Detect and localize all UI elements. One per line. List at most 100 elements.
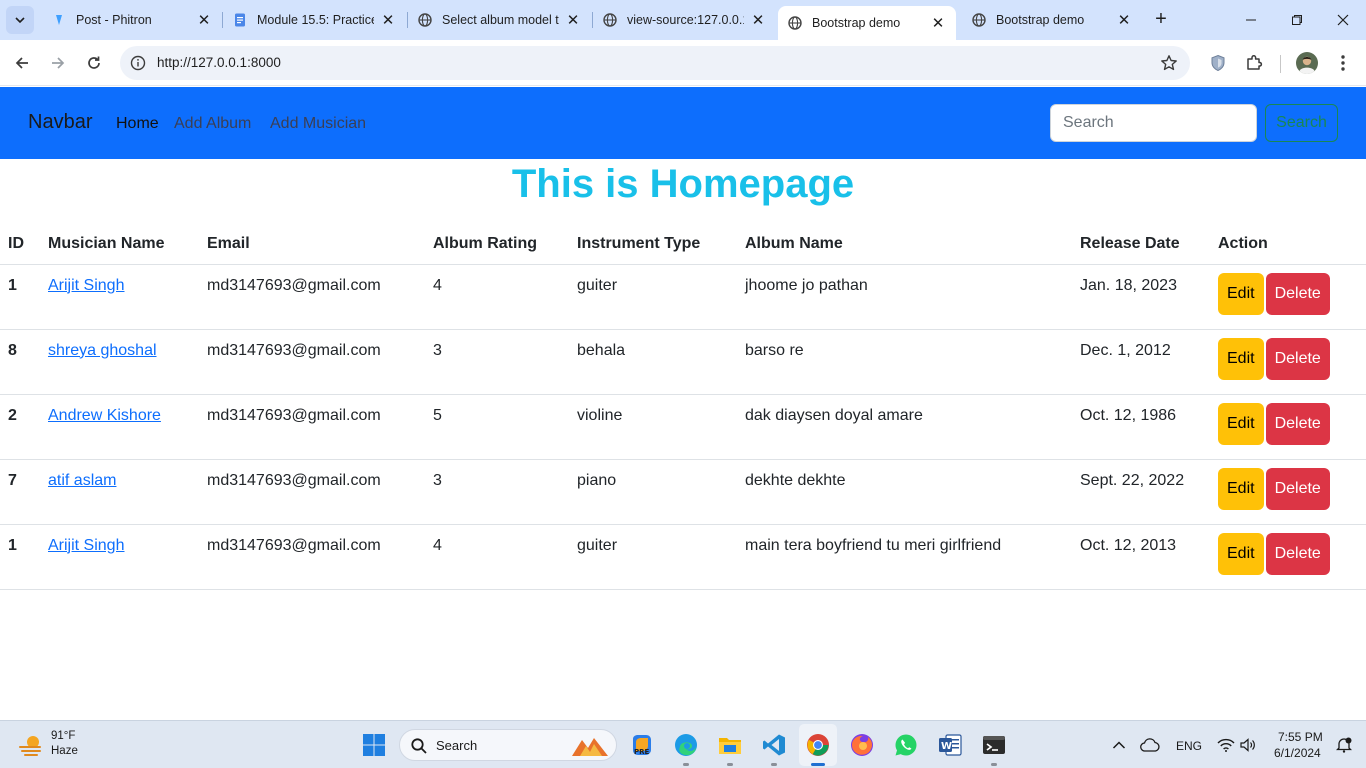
extensions-button[interactable]: [1243, 52, 1265, 74]
terminal-button[interactable]: [981, 732, 1007, 758]
close-tab-icon[interactable]: ✕: [750, 12, 766, 29]
edit-button[interactable]: Edit: [1218, 337, 1264, 380]
weather-condition[interactable]: Haze: [51, 745, 78, 757]
chrome-button[interactable]: [805, 732, 831, 758]
cell-album: main tera boyfriend tu meri girlfriend: [737, 524, 1072, 590]
puzzle-icon: [1247, 54, 1263, 70]
notifications-button[interactable]: [1331, 732, 1357, 758]
nav-link-home[interactable]: Home: [116, 115, 159, 133]
cell-musician: Arijit Singh: [40, 524, 199, 590]
address-bar[interactable]: http://127.0.0.1:8000: [120, 46, 1190, 80]
vscode-icon: [763, 734, 785, 756]
delete-button[interactable]: Delete: [1265, 532, 1330, 575]
musician-link[interactable]: Arijit Singh: [48, 277, 124, 294]
browser-tab[interactable]: Select album model t ✕: [408, 6, 591, 34]
delete-button[interactable]: Delete: [1265, 402, 1330, 445]
copilot-icon: PRE: [633, 735, 651, 756]
delete-button[interactable]: Delete: [1265, 467, 1330, 510]
clock-date[interactable]: 6/1/2024: [1274, 746, 1321, 760]
close-tab-icon[interactable]: ✕: [196, 12, 212, 29]
chevron-up-icon: [1112, 741, 1126, 749]
vscode-button[interactable]: [761, 732, 787, 758]
clock-time[interactable]: 7:55 PM: [1278, 730, 1323, 744]
close-window-button[interactable]: [1328, 6, 1358, 34]
edge-button[interactable]: [673, 732, 699, 758]
edit-button[interactable]: Edit: [1218, 532, 1264, 575]
edit-button[interactable]: Edit: [1218, 272, 1264, 315]
close-tab-icon[interactable]: ✕: [565, 12, 581, 29]
word-button[interactable]: W: [937, 732, 963, 758]
language-indicator[interactable]: ENG: [1176, 739, 1202, 753]
show-hidden-icons-button[interactable]: [1106, 732, 1132, 758]
browser-tab[interactable]: view-source:127.0.0.1 ✕: [593, 6, 776, 34]
cell-actions: Edit Delete: [1210, 329, 1366, 395]
musician-link[interactable]: atif aslam: [48, 472, 116, 489]
running-indicator: [991, 763, 997, 766]
tab-title: Post - Phitron: [76, 13, 152, 27]
browser-tab[interactable]: Module 15.5: Practice ✕: [223, 6, 406, 34]
copilot-button[interactable]: PRE: [629, 732, 655, 758]
table-header-row: ID Musician Name Email Album Rating Inst…: [0, 224, 1366, 265]
extension-shield-button[interactable]: [1207, 52, 1229, 74]
restore-button[interactable]: [1282, 6, 1312, 34]
navbar-brand[interactable]: Navbar: [28, 111, 92, 134]
musician-link[interactable]: Andrew Kishore: [48, 407, 161, 424]
firefox-button[interactable]: [849, 732, 875, 758]
close-tab-icon[interactable]: ✕: [380, 12, 396, 29]
weather-temperature[interactable]: 91°F: [51, 730, 75, 742]
cell-actions: Edit Delete: [1210, 524, 1366, 590]
nav-link-add-musician[interactable]: Add Musician: [270, 115, 366, 133]
file-explorer-button[interactable]: [717, 732, 743, 758]
delete-button[interactable]: Delete: [1265, 272, 1330, 315]
wifi-icon: [1217, 738, 1235, 752]
tab-search-button[interactable]: [6, 6, 34, 34]
active-indicator: [811, 763, 825, 766]
whatsapp-button[interactable]: [893, 732, 919, 758]
onedrive-button[interactable]: [1137, 732, 1163, 758]
nav-link-add-album[interactable]: Add Album: [174, 115, 251, 133]
new-tab-button[interactable]: +: [1150, 8, 1172, 30]
cell-email: md3147693@gmail.com: [199, 329, 425, 395]
cell-instrument: guiter: [569, 264, 737, 330]
taskbar-search-box[interactable]: Search: [399, 729, 617, 761]
globe-icon: [418, 13, 432, 27]
close-tab-icon[interactable]: ✕: [1116, 12, 1132, 29]
avatar-icon: [1296, 52, 1318, 74]
edit-button[interactable]: Edit: [1218, 402, 1264, 445]
edit-button[interactable]: Edit: [1218, 467, 1264, 510]
arrow-left-icon: [15, 57, 28, 69]
url-text[interactable]: http://127.0.0.1:8000: [157, 55, 281, 70]
minimize-button[interactable]: [1236, 6, 1266, 34]
site-info-icon[interactable]: [130, 55, 146, 71]
back-button[interactable]: [9, 50, 35, 76]
chrome-menu-button[interactable]: [1332, 52, 1354, 74]
column-header-id: ID: [0, 224, 40, 265]
cell-id: 1: [0, 524, 40, 590]
close-tab-icon[interactable]: ✕: [930, 15, 946, 32]
start-button[interactable]: [361, 732, 387, 758]
table-row: 7 atif aslam md3147693@gmail.com 3 piano…: [0, 459, 1366, 525]
table-row: 1 Arijit Singh md3147693@gmail.com 4 gui…: [0, 524, 1366, 590]
musician-link[interactable]: Arijit Singh: [48, 537, 124, 554]
cell-album: dak diaysen doyal amare: [737, 394, 1072, 460]
column-header-album-name: Album Name: [737, 224, 1072, 265]
windows-start-icon: [363, 734, 385, 756]
profile-avatar[interactable]: [1296, 52, 1318, 74]
browser-tab[interactable]: Bootstrap demo ✕: [962, 6, 1142, 34]
volume-status[interactable]: [1236, 732, 1262, 758]
table-row: 1 Arijit Singh md3147693@gmail.com 4 gui…: [0, 264, 1366, 330]
search-button[interactable]: Search: [1265, 104, 1338, 142]
column-header-action: Action: [1210, 224, 1366, 265]
browser-tab-active[interactable]: Bootstrap demo ✕: [778, 6, 956, 40]
chevron-down-icon: [15, 17, 25, 24]
haze-weather-icon[interactable]: [18, 733, 44, 757]
browser-tab[interactable]: Post - Phitron ✕: [42, 6, 222, 34]
delete-button[interactable]: Delete: [1265, 337, 1330, 380]
tab-title: Bootstrap demo: [812, 16, 901, 30]
musician-link[interactable]: shreya ghoshal: [48, 342, 157, 359]
bookmark-star-icon[interactable]: [1160, 54, 1178, 72]
reload-button[interactable]: [81, 50, 107, 76]
forward-button[interactable]: [45, 50, 71, 76]
plus-icon: +: [1155, 7, 1167, 30]
search-input[interactable]: [1050, 104, 1257, 142]
